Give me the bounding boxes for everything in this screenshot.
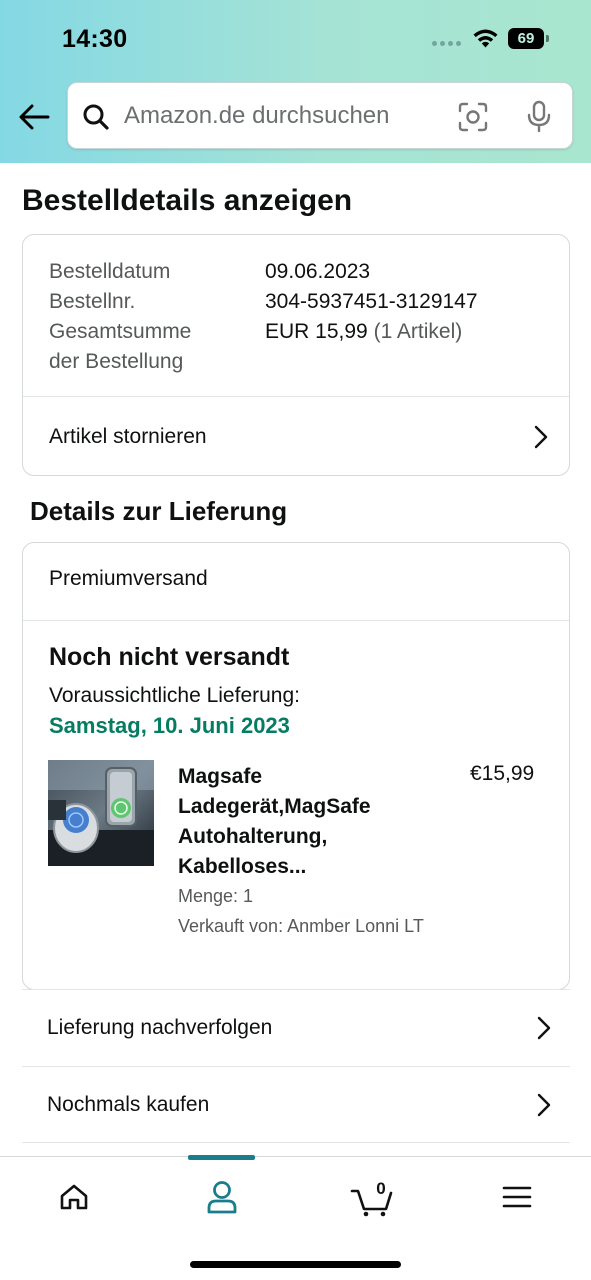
product-title[interactable]: Magsafe Ladegerät,MagSafe Autohalterung,… bbox=[178, 762, 438, 882]
battery-indicator: 69 bbox=[508, 28, 544, 49]
tab-menu[interactable] bbox=[487, 1175, 547, 1219]
arrow-left-icon bbox=[19, 104, 50, 130]
product-quantity: Menge: 1 bbox=[178, 886, 254, 906]
battery-tip bbox=[546, 35, 549, 42]
order-info: Bestelldatum 09.06.2023 Bestellnr. 304-5… bbox=[49, 257, 549, 377]
order-total-items: (1 Artikel) bbox=[373, 320, 463, 343]
product-title-line: Autohalterung, bbox=[178, 825, 328, 848]
search-icon bbox=[83, 104, 109, 130]
chevron-right-icon bbox=[534, 425, 548, 448]
chevron-right-icon bbox=[537, 1093, 551, 1116]
order-total-row: Gesamtsumme der Bestellung EUR 15,99 (1 … bbox=[49, 317, 549, 377]
cancel-items-label: Artikel stornieren bbox=[49, 424, 207, 448]
app-header: 14:30 69 bbox=[0, 0, 591, 163]
order-number-value: 304-5937451-3129147 bbox=[265, 290, 478, 313]
camera-scan-icon[interactable] bbox=[458, 102, 488, 132]
buy-again-label: Nochmals kaufen bbox=[47, 1092, 210, 1116]
product-seller: Verkauft von: Anmber Lonni LT bbox=[178, 916, 424, 936]
order-date-value: 09.06.2023 bbox=[265, 260, 371, 283]
product-image[interactable] bbox=[48, 760, 154, 866]
estimated-delivery-date: Samstag, 10. Juni 2023 bbox=[49, 713, 290, 738]
page-title: Bestelldetails anzeigen bbox=[22, 184, 353, 217]
divider bbox=[23, 620, 569, 621]
order-number-label: Bestellnr. bbox=[49, 290, 136, 313]
delivery-section-title: Details zur Lieferung bbox=[30, 496, 288, 526]
order-total-label: Gesamtsumme der Bestellung bbox=[49, 317, 265, 377]
cart-icon bbox=[350, 1189, 393, 1217]
tab-cart[interactable]: 0 bbox=[342, 1175, 402, 1219]
shipping-speed: Premiumversand bbox=[49, 567, 208, 590]
home-icon bbox=[60, 1184, 88, 1210]
product-price: €15,99 bbox=[470, 762, 535, 785]
buy-again-row[interactable]: Nochmals kaufen bbox=[22, 1066, 570, 1143]
status-time: 14:30 bbox=[62, 25, 128, 53]
bottom-tab-bar: 0 bbox=[0, 1155, 591, 1280]
product-title-line: Kabelloses... bbox=[178, 855, 307, 878]
menu-icon bbox=[502, 1186, 532, 1208]
chevron-right-icon bbox=[537, 1016, 551, 1040]
cancel-items-row[interactable]: Artikel stornieren bbox=[23, 397, 569, 476]
track-delivery-row[interactable]: Lieferung nachverfolgen bbox=[22, 989, 570, 1066]
order-summary-card: Bestelldatum 09.06.2023 Bestellnr. 304-5… bbox=[22, 234, 570, 476]
product-title-line: Magsafe bbox=[178, 765, 263, 788]
order-date-label: Bestelldatum bbox=[49, 260, 171, 283]
microphone-icon[interactable] bbox=[526, 100, 552, 134]
home-indicator bbox=[190, 1261, 401, 1268]
delivery-card: Premiumversand Noch nicht versandt Vorau… bbox=[22, 542, 570, 990]
cart-wrapper: 0 bbox=[350, 1177, 394, 1217]
order-total-label-line1: Gesamtsumme bbox=[49, 320, 192, 343]
order-total-label-line2: der Bestellung bbox=[49, 350, 184, 373]
search-box[interactable] bbox=[67, 82, 573, 149]
track-delivery-label: Lieferung nachverfolgen bbox=[47, 1016, 273, 1039]
tab-home[interactable] bbox=[44, 1175, 104, 1219]
order-number-row: Bestellnr. 304-5937451-3129147 bbox=[49, 287, 549, 317]
product-title-line: Ladegerät,MagSafe bbox=[178, 795, 371, 818]
shipment-status: Noch nicht versandt bbox=[49, 643, 290, 671]
order-date-row: Bestelldatum 09.06.2023 bbox=[49, 257, 549, 287]
wifi-icon bbox=[473, 29, 498, 48]
active-tab-indicator bbox=[188, 1155, 255, 1160]
cellular-signal-icon bbox=[432, 41, 461, 46]
estimated-delivery-label: Voraussichtliche Lieferung: bbox=[49, 684, 300, 707]
search-input[interactable] bbox=[124, 97, 444, 135]
user-icon bbox=[207, 1181, 237, 1214]
order-total-amount: EUR 15,99 bbox=[265, 320, 368, 343]
back-button[interactable] bbox=[16, 101, 52, 133]
order-total-value: EUR 15,99 (1 Artikel) bbox=[265, 317, 462, 377]
tab-account[interactable] bbox=[192, 1175, 252, 1219]
